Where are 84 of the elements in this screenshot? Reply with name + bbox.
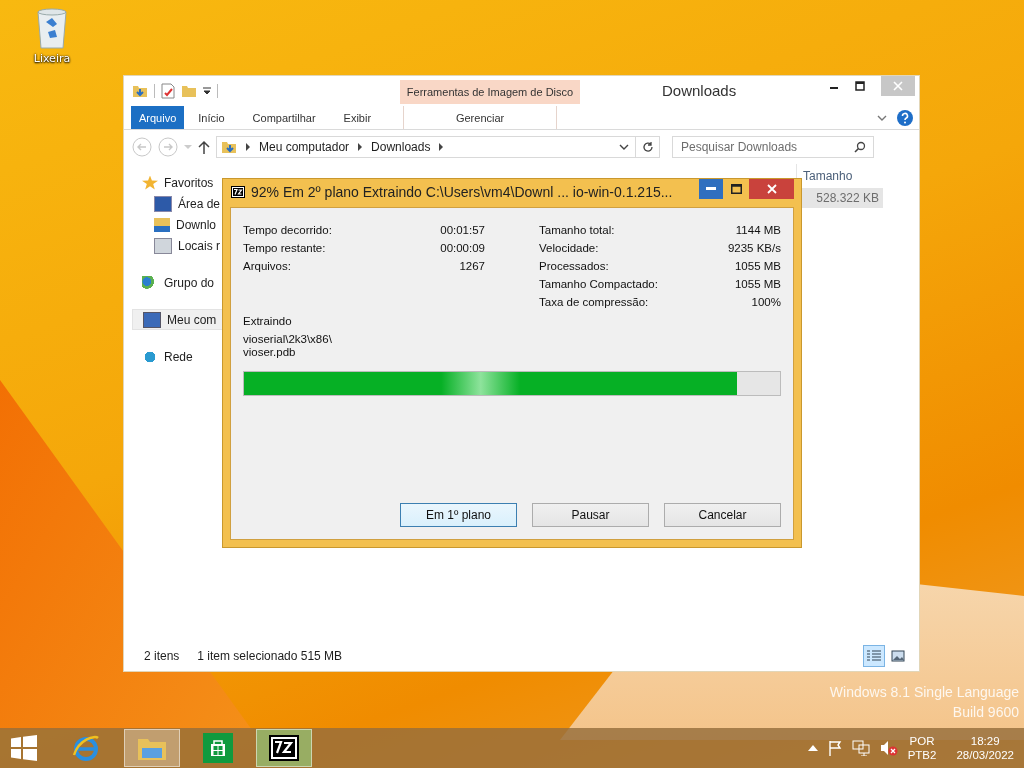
ribbon-tab[interactable]: Arquivo xyxy=(131,106,185,129)
refresh-button[interactable] xyxy=(636,136,660,158)
archiver-icon xyxy=(231,186,245,198)
dialog-button[interactable]: Em 1º plano xyxy=(400,503,517,527)
stat-label: Tempo restante: xyxy=(243,242,326,254)
stat-value: 1144 MB xyxy=(735,224,781,236)
nav-item[interactable]: Rede xyxy=(132,346,223,367)
item-count: 2 itens xyxy=(144,649,180,663)
show-hidden-icons-icon[interactable] xyxy=(807,745,818,751)
muted-speaker-icon[interactable] xyxy=(879,740,898,756)
stat-value: 1055 MB xyxy=(734,278,781,290)
folder-icon xyxy=(221,139,237,155)
ribbon-tab[interactable]: Exibir xyxy=(329,106,386,129)
os-edition-text: Build 9600 xyxy=(952,704,1019,720)
close-icon xyxy=(893,81,903,91)
contextual-tab-group: Ferramentas de Imagem de Disco xyxy=(400,80,580,104)
recycle-bin-icon[interactable] xyxy=(34,6,70,50)
stat-label: Tamanho Compactado: xyxy=(539,278,658,290)
close-icon xyxy=(766,184,777,194)
folder-icon[interactable] xyxy=(132,83,148,99)
breadcrumb[interactable]: Downloads xyxy=(371,140,431,154)
chevron-icon[interactable] xyxy=(877,113,887,122)
os-edition-text: Windows 8.1 Single Language xyxy=(829,684,1019,700)
archiver-taskbar-button[interactable] xyxy=(256,729,312,767)
browser-icon xyxy=(71,733,101,763)
network-icon[interactable] xyxy=(851,740,870,756)
dialog-title: 92% Em 2º plano Extraindo C:\Users\vm4\Downl ... io-win-0.1.215... xyxy=(251,184,674,200)
stat-label: Arquivos: xyxy=(243,260,291,272)
action-label: Extraindo xyxy=(243,315,293,327)
stat-label: Tamanho total: xyxy=(539,224,615,236)
maximize-icon xyxy=(730,184,742,194)
refresh-icon xyxy=(641,141,654,153)
stat-value: 1267 xyxy=(459,260,485,272)
maximize-icon[interactable] xyxy=(855,81,865,91)
nav-item[interactable]: Locais r xyxy=(132,235,223,256)
selection-info: 1 item selecionado 515 MB xyxy=(197,649,343,663)
stat-label: Velocidade: xyxy=(539,242,599,254)
stat-label: Tempo decorrido: xyxy=(243,224,332,236)
table-cell: 528.322 KB xyxy=(816,191,879,205)
file-path: vioserial\2k3\x86\ xyxy=(243,333,333,346)
separator-arrow-icon[interactable] xyxy=(357,143,364,151)
minimize-icon xyxy=(706,187,716,191)
column-header[interactable]: Tamanho xyxy=(803,169,853,183)
window-title: Downloads xyxy=(662,82,737,99)
stat-value: 1055 MB xyxy=(734,260,781,272)
nav-item[interactable]: Área de xyxy=(132,193,223,214)
dropdown-icon[interactable] xyxy=(203,87,211,95)
nav-item[interactable]: Favoritos xyxy=(132,172,223,193)
nav-item[interactable]: Downlo xyxy=(132,214,223,235)
windows-logo-icon xyxy=(11,735,37,761)
search-field[interactable]: Pesquisar Downloads xyxy=(672,136,874,158)
breadcrumb[interactable]: Meu computador xyxy=(259,140,350,154)
address-bar[interactable]: Meu computador Downloads xyxy=(216,136,636,158)
stat-value: 00:01:57 xyxy=(440,224,485,236)
stat-value: 00:00:09 xyxy=(440,242,485,254)
stat-label: Taxa de compressão: xyxy=(539,296,649,308)
input-language-indicator[interactable]: POR PTB2 xyxy=(907,735,937,761)
close-button[interactable] xyxy=(749,179,794,199)
separator-arrow-icon[interactable] xyxy=(245,143,251,151)
up-icon[interactable] xyxy=(198,140,210,154)
details-view-button[interactable] xyxy=(863,645,885,667)
stat-value: 100% xyxy=(751,296,781,308)
ribbon-tab[interactable]: Compartilhar xyxy=(238,106,330,129)
minimize-button[interactable] xyxy=(699,179,723,199)
ribbon-tab[interactable]: Início xyxy=(184,106,239,129)
nav-item[interactable]: Grupo do xyxy=(132,272,223,293)
properties-icon[interactable] xyxy=(161,83,175,99)
separator-arrow-icon[interactable] xyxy=(438,143,445,151)
flag-icon[interactable] xyxy=(827,740,842,756)
nav-item[interactable]: Meu com xyxy=(132,309,223,330)
help-icon[interactable] xyxy=(897,109,913,126)
stat-value: 9235 KB/s xyxy=(727,242,781,254)
dialog-button[interactable]: Cancelar xyxy=(664,503,781,527)
search-icon xyxy=(854,141,866,153)
shopping-bag-icon xyxy=(203,733,233,763)
dialog-button[interactable]: Pausar xyxy=(532,503,649,527)
details-view-icon xyxy=(867,650,881,662)
dropdown-icon[interactable] xyxy=(619,143,629,151)
archiver-icon xyxy=(269,735,299,761)
clock[interactable]: 18:29 28/03/2022 xyxy=(956,735,1014,761)
stat-label: Processados: xyxy=(539,260,609,272)
ribbon-tab[interactable]: Gerenciar xyxy=(403,106,558,129)
picture-icon xyxy=(891,650,905,662)
file-path: vioser.pdb xyxy=(243,346,297,359)
